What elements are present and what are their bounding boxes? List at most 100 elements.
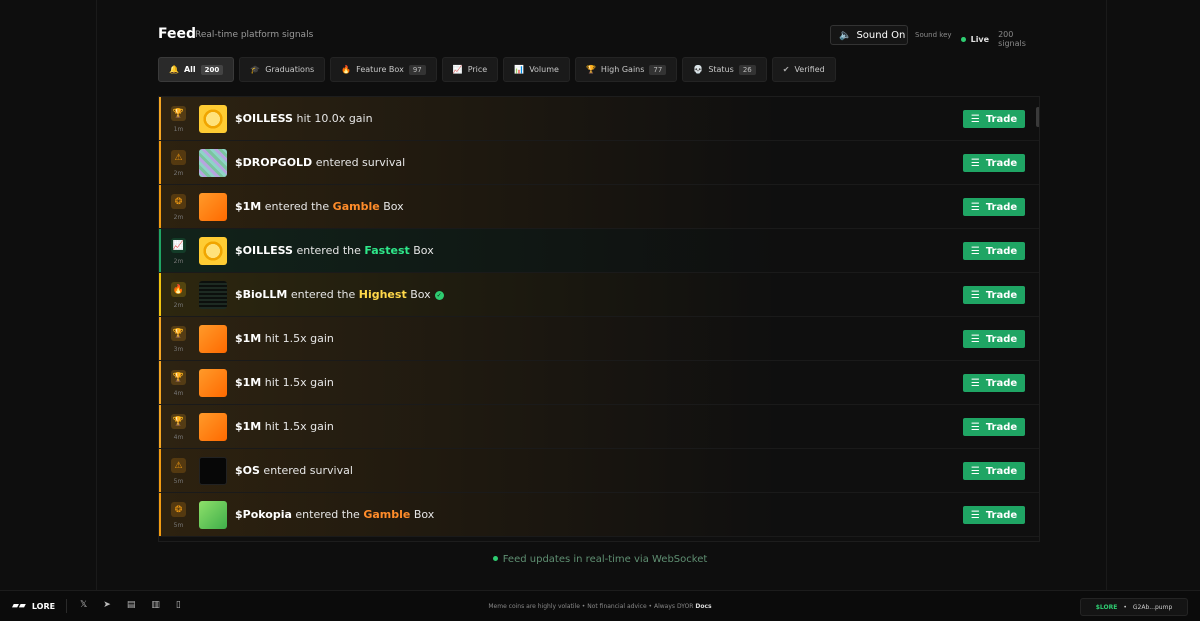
tab-verified[interactable]: ✔ Verified (771, 57, 836, 82)
event-message: $BioLLM entered the Highest Box ✓ (235, 288, 444, 301)
token-avatar[interactable] (199, 105, 227, 133)
bell-icon: 🔔 (169, 65, 179, 74)
tab-count-badge: 77 (649, 64, 667, 75)
trade-button[interactable]: ☰ Trade (963, 418, 1025, 436)
event-message: $Pokopia entered the Gamble Box (235, 508, 434, 521)
event-time: 2m (173, 258, 184, 265)
trade-button[interactable]: ☰ Trade (963, 506, 1025, 524)
websocket-note: Feed updates in real-time via WebSocket (0, 554, 1200, 565)
trade-icon: ☰ (970, 201, 980, 213)
box-name: Gamble (363, 508, 411, 521)
feed-row[interactable]: 🏆 4m $1M hit 1.5x gain ☰ Trade (159, 405, 1039, 449)
event-message: $1M entered the Gamble Box (235, 200, 404, 213)
trade-icon: ☰ (970, 333, 980, 345)
tab-volume[interactable]: 📊 Volume (503, 57, 570, 82)
contract-address: G2Ab...pump (1132, 603, 1173, 611)
tab-label: Status (708, 65, 734, 74)
trophy-icon: 🏆 (171, 370, 186, 385)
tab-high-gains[interactable]: 🏆 High Gains 77 (574, 57, 678, 82)
feed-row[interactable]: ❂ 2m $1M entered the Gamble Box ☰ Trade (159, 185, 1039, 229)
event-message: $1M hit 1.5x gain (235, 376, 334, 389)
disclaimer: Meme coins are highly volatile • Not fin… (0, 603, 1200, 610)
trade-icon: ☰ (970, 421, 980, 433)
feed-row[interactable]: ⚠ 5m $OS entered survival ☰ Trade (159, 449, 1039, 493)
feed-list: 🏆 1m $OILLESS hit 10.0x gain ☰ Trade ⚠ 2m $DROP… (158, 96, 1040, 542)
sound-key-link[interactable]: Sound key (915, 31, 952, 39)
trade-label: Trade (985, 377, 1018, 389)
tab-count-badge: 97 (408, 64, 426, 75)
feed-row[interactable]: 🏆 3m $1M hit 1.5x gain ☰ Trade (159, 317, 1039, 361)
sound-toggle-label: Sound On (856, 29, 906, 41)
docs-link[interactable]: Docs (695, 603, 711, 610)
token-ticker[interactable]: $OS (235, 464, 260, 477)
token-ticker[interactable]: $1M (235, 376, 261, 389)
feed-row[interactable]: 🏆 4m $1M hit 1.5x gain ☰ Trade (159, 361, 1039, 405)
token-avatar[interactable] (199, 413, 227, 441)
token-avatar[interactable] (199, 193, 227, 221)
trade-label: Trade (985, 333, 1018, 345)
token-ticker[interactable]: $1M (235, 332, 261, 345)
trade-button[interactable]: ☰ Trade (963, 198, 1025, 216)
token-avatar[interactable] (199, 369, 227, 397)
speaker-icon: 🔈 (839, 29, 852, 41)
token-ticker[interactable]: $OILLESS (235, 244, 293, 257)
feed-row[interactable]: ❂ 5m $Pokopia entered the Gamble Box ☰ Trade (159, 493, 1039, 537)
trade-button[interactable]: ☰ Trade (963, 374, 1025, 392)
token-ticker[interactable]: $Pokopia (235, 508, 292, 521)
trophy-icon: 🏆 (585, 65, 596, 74)
token-ticker[interactable]: $1M (235, 200, 261, 213)
event-text: hit 1.5x gain (261, 332, 334, 345)
token-ticker[interactable]: $DROPGOLD (235, 156, 312, 169)
box-suffix: Box (379, 200, 404, 213)
trade-label: Trade (985, 421, 1018, 433)
token-ticker[interactable]: $1M (235, 420, 261, 433)
event-text: entered survival (312, 156, 406, 169)
event-text: hit 10.0x gain (292, 112, 373, 125)
trade-button[interactable]: ☰ Trade (963, 286, 1025, 304)
event-time: 4m (173, 434, 184, 441)
tab-price[interactable]: 📈 Price (441, 57, 499, 82)
event-message: $DROPGOLD entered survival (235, 156, 405, 169)
event-text: entered the (291, 508, 364, 521)
live-dot-icon (961, 36, 966, 42)
token-avatar[interactable] (199, 149, 227, 177)
trade-icon: ☰ (970, 289, 980, 301)
token-avatar[interactable] (199, 501, 227, 529)
warning-icon: ⚠ (171, 150, 186, 165)
tab-feature-box[interactable]: 🔥 Feature Box 97 (330, 57, 437, 82)
feed-row[interactable]: 📈 2m $OILLESS entered the Fastest Box ☰ Trad… (159, 229, 1039, 273)
token-avatar[interactable] (199, 457, 227, 485)
websocket-note-text: Feed updates in real-time via WebSocket (502, 554, 708, 565)
token-avatar[interactable] (199, 281, 227, 309)
sound-toggle-button[interactable]: 🔈 Sound On (830, 25, 908, 45)
trade-button[interactable]: ☰ Trade (963, 110, 1025, 128)
footer: ▰▰ LORE 𝕏 ➤ ▤ ▥ ▯ Meme coins are highly … (0, 590, 1200, 621)
trade-button[interactable]: ☰ Trade (963, 330, 1025, 348)
event-time: 1m (173, 126, 184, 133)
trade-button[interactable]: ☰ Trade (963, 462, 1025, 480)
frame-divider-left (96, 0, 97, 590)
trade-icon: ☰ (970, 157, 980, 169)
token-ticker[interactable]: $BioLLM (235, 288, 287, 301)
box-suffix: Box (409, 244, 434, 257)
tab-label: Verified (794, 65, 825, 74)
trade-label: Trade (985, 245, 1018, 257)
tab-all[interactable]: 🔔 All 200 (158, 57, 235, 82)
tab-graduations[interactable]: 🎓 Graduations (239, 57, 326, 82)
trade-button[interactable]: ☰ Trade (963, 154, 1025, 172)
event-time: 2m (173, 302, 184, 309)
token-avatar[interactable] (199, 325, 227, 353)
event-time: 3m (173, 346, 184, 353)
contract-address-button[interactable]: $LORE • G2Ab...pump (1080, 598, 1188, 616)
feed-row[interactable]: ⚠ 2m $DROPGOLD entered survival ☰ Trade (159, 141, 1039, 185)
gamble-icon: ❂ (171, 194, 186, 209)
token-avatar[interactable] (199, 237, 227, 265)
token-ticker[interactable]: $OILLESS (235, 112, 293, 125)
tab-status[interactable]: 💀 Status 26 (682, 57, 767, 82)
trade-button[interactable]: ☰ Trade (963, 242, 1025, 260)
trade-icon: ☰ (970, 245, 980, 257)
feed-row[interactable]: 🔥 2m $BioLLM entered the Highest Box ✓ ☰ Trad… (159, 273, 1039, 317)
box-name: Gamble (332, 200, 380, 213)
live-label: Live (970, 34, 990, 44)
feed-row[interactable]: 🏆 1m $OILLESS hit 10.0x gain ☰ Trade (159, 97, 1039, 141)
